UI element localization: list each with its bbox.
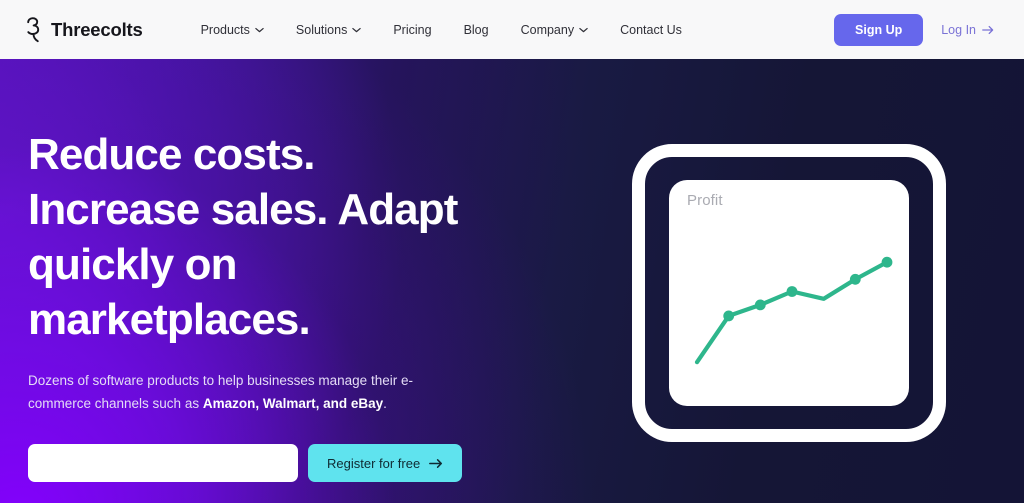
nav-label: Blog: [463, 22, 489, 37]
headline-line-4: marketplaces.: [28, 295, 311, 344]
headline-line-1: Reduce costs.: [28, 130, 316, 179]
nav-label: Company: [520, 22, 575, 37]
hero-section: Reduce costs. Increase sales. Adapt quic…: [0, 59, 1024, 503]
nav-item-pricing[interactable]: Pricing: [377, 17, 447, 43]
nav-label: Pricing: [393, 22, 432, 37]
threecolts-swan-logo-icon: [24, 16, 46, 43]
signup-form: Register for free: [28, 444, 463, 482]
arrow-right-icon: [429, 458, 443, 469]
nav-label: Solutions: [295, 22, 348, 37]
register-for-free-button[interactable]: Register for free: [308, 444, 463, 482]
profit-chart-illustration: Profit: [632, 144, 946, 442]
nav-links: Products Solutions Pricing Blog Company: [185, 17, 698, 43]
headline-line-3: quickly on: [28, 240, 238, 289]
headline-line-2: Increase sales. Adapt: [28, 185, 458, 234]
nav-label: Contact Us: [620, 22, 682, 37]
log-in-label: Log In: [941, 22, 976, 37]
nav-item-products[interactable]: Products: [185, 17, 280, 43]
chevron-down-icon: [579, 27, 588, 33]
arrow-right-icon: [982, 25, 994, 35]
subtext-marketplaces: Amazon, Walmart, and eBay: [202, 396, 384, 411]
chart-card: Profit: [669, 180, 909, 406]
sign-up-button[interactable]: Sign Up: [834, 13, 924, 46]
email-field[interactable]: [28, 444, 298, 482]
chart-data-point: [849, 273, 861, 285]
nav-item-contact-us[interactable]: Contact Us: [604, 17, 698, 43]
brand-name: Threecolts: [51, 18, 143, 40]
landing-page: Threecolts Products Solutions Pricing Bl…: [0, 0, 1024, 503]
chart-data-point: [723, 310, 735, 322]
subtext-part-2: .: [383, 396, 387, 411]
register-label: Register for free: [327, 455, 421, 471]
nav-item-company[interactable]: Company: [505, 17, 605, 43]
nav-label: Products: [200, 22, 250, 37]
brand-logo[interactable]: Threecolts: [24, 16, 143, 43]
hero-subtext: Dozens of software products to help busi…: [28, 369, 468, 415]
chart-data-point: [786, 286, 798, 297]
top-navbar: Threecolts Products Solutions Pricing Bl…: [0, 0, 1024, 59]
log-in-link[interactable]: Log In: [941, 23, 1000, 37]
chevron-down-icon: [255, 27, 264, 33]
page-title: Reduce costs. Increase sales. Adapt quic…: [28, 127, 558, 347]
nav-item-blog[interactable]: Blog: [448, 17, 505, 43]
nav-actions: Sign Up Log In: [834, 13, 1000, 46]
chevron-down-icon: [352, 27, 362, 33]
profit-line-chart: [694, 256, 893, 365]
chart-data-point: [754, 299, 766, 311]
chart-data-point: [881, 256, 893, 268]
nav-item-solutions[interactable]: Solutions: [280, 17, 377, 43]
